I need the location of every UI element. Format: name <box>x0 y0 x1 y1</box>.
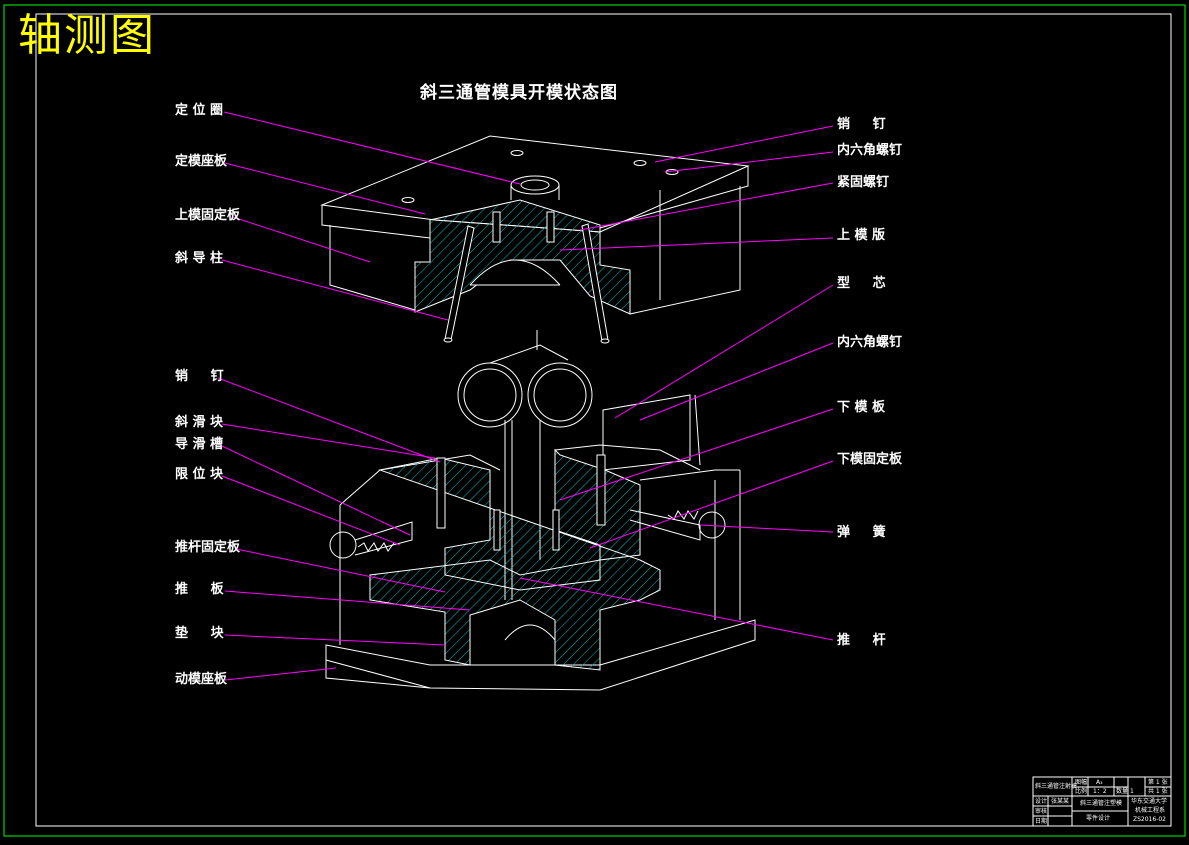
tb-row-design: 设计 <box>1035 798 1048 805</box>
tb-school: 华东交通大学 <box>1131 798 1168 805</box>
label-dingweiquan: 定 位 圈 <box>175 103 224 118</box>
tb-count-value: 1 <box>1130 788 1134 795</box>
label-xiamogudingban: 下模固定板 <box>837 452 903 467</box>
label-dingmozuoban: 定模座板 <box>175 154 228 169</box>
label-xianweikuai: 限 位 块 <box>175 467 224 482</box>
tb-sub-name: 零件设计 <box>1086 815 1111 822</box>
tb-left-name: 斜三通管注射模 <box>1035 783 1078 790</box>
tb-sheet-label: 图幅 <box>1075 779 1088 786</box>
tb-sheet-value: A₃ <box>1096 779 1103 786</box>
label-neiliujiaoluoding-upper: 内六角螺钉 <box>837 143 903 158</box>
tb-page-b: 共 1 张 <box>1148 788 1168 795</box>
drawing-title: 斜三通管模具开模状态图 <box>420 83 618 103</box>
upper-section <box>414 199 631 344</box>
label-xiehuakuai: 斜 滑 块 <box>175 415 224 430</box>
tb-sign: 张某某 <box>1051 798 1070 805</box>
label-xingxin: 型 芯 <box>837 276 886 291</box>
tb-page-a: 第 1 张 <box>1148 779 1168 786</box>
lower-section <box>369 448 661 671</box>
label-jinguluoding: 紧固螺钉 <box>837 175 890 190</box>
tb-scale-value: 1：2 <box>1093 788 1107 795</box>
tb-scale-label: 比例 <box>1075 788 1088 795</box>
label-tanhuang: 弹 簧 <box>837 525 886 540</box>
label-shangmoban: 上 模 版 <box>837 228 886 243</box>
tb-row-date: 日期 <box>1035 818 1048 825</box>
tb-dept: 机械工程系 <box>1135 807 1166 814</box>
label-tuigangudingban: 推杆固定板 <box>175 540 241 555</box>
label-xiamoban: 下 模 板 <box>837 400 886 415</box>
label-daohuacao: 导 滑 槽 <box>175 437 224 452</box>
label-dianluai: 垫 块 <box>175 626 224 641</box>
tb-drawing-name: 斜三通管注塑模 <box>1080 800 1123 807</box>
corner-title: 轴测图 <box>18 10 156 61</box>
label-shangmogudingban: 上模固定板 <box>175 208 241 223</box>
tb-code: ZS2016-02 <box>1133 816 1166 823</box>
label-tuiban: 推 板 <box>175 582 224 597</box>
label-xiaoding-lower: 销 钉 <box>175 369 224 384</box>
tb-row-review: 审核 <box>1035 808 1048 815</box>
drawing-sheet: 轴测图 斜三通管模具开模状态图 定 位 圈 定模座板 上模固定板 斜 导 柱 销… <box>0 0 1189 841</box>
label-dongmozuoban: 动模座板 <box>175 672 228 687</box>
tb-count-label: 数量 <box>1116 788 1129 795</box>
label-xiedaozhu: 斜 导 柱 <box>175 251 224 266</box>
label-xiaoding-upper: 销 钉 <box>837 117 886 132</box>
label-neiliujiaoluoding-lower: 内六角螺钉 <box>837 335 903 350</box>
label-tuigan: 推 杆 <box>837 633 886 648</box>
